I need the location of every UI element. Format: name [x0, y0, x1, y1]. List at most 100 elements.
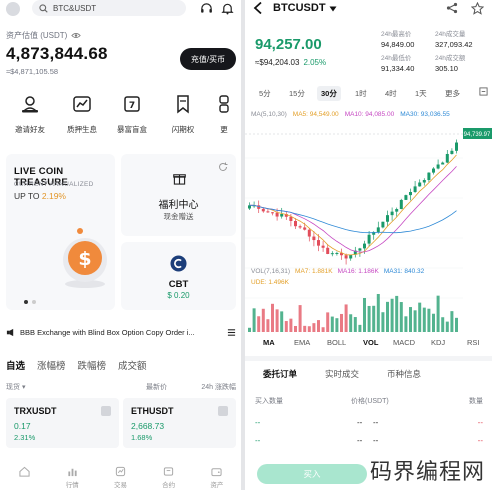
nav-trade[interactable]: 交易 [102, 466, 138, 489]
deposit-button[interactable]: 充值/买币 [180, 48, 236, 70]
volume-bar [298, 305, 302, 332]
candle-body [303, 227, 307, 230]
market-header-spot[interactable]: 现货 ▾ [6, 382, 25, 392]
refresh-icon[interactable] [218, 162, 228, 172]
volume-bar [381, 312, 385, 332]
tab-favorites[interactable]: 自选 [6, 358, 25, 372]
timeframe-1h[interactable]: 1时 [351, 86, 371, 101]
volume-bar [422, 307, 426, 332]
share-icon[interactable] [446, 2, 458, 14]
candle-body [441, 162, 445, 165]
volume-bar [436, 295, 440, 332]
indicator-ema[interactable]: EMA [294, 338, 310, 347]
candle-body [317, 240, 320, 246]
tab-orders[interactable]: 委托订单 [263, 368, 297, 380]
nav-market[interactable]: 行情 [54, 466, 90, 489]
market-header-price: 最新价 [146, 384, 167, 391]
svg-text:$: $ [78, 248, 91, 270]
nav-label: 交易 [113, 482, 127, 489]
eye-icon[interactable] [71, 32, 82, 39]
favorite-toggle[interactable] [101, 406, 111, 416]
promo-card-live-coin[interactable]: LIVE COIN TREASURE CURRENT ANNUALIZED UP… [6, 154, 115, 310]
indicator-vol[interactable]: VOL [363, 338, 378, 347]
price-change: 2.05% [303, 58, 327, 67]
quick-action-label: 暴富盲盒 [117, 125, 147, 134]
announcement-bar[interactable]: BBB Exchange with Blind Box Option Copy … [6, 324, 236, 340]
trade-icon [115, 466, 126, 477]
welfare-center-card[interactable]: 福利中心 现金赠送 [121, 154, 236, 236]
favorite-toggle[interactable] [218, 406, 228, 416]
tab-volume[interactable]: 成交额 [118, 358, 147, 372]
indicator-rsi[interactable]: RSI [467, 338, 480, 347]
quick-action-staking[interactable]: 质押生息 [62, 94, 102, 135]
nav-home[interactable] [6, 466, 42, 479]
quick-action-blindbox[interactable]: 7 暴富盲盒 [112, 94, 152, 135]
candle-body [445, 153, 449, 163]
orderbook-cell: -- [477, 418, 483, 427]
cbt-card[interactable]: CBT $ 0.20 [121, 242, 236, 310]
tab-coin-info[interactable]: 币种信息 [387, 368, 421, 380]
volume-bar [335, 318, 339, 332]
stat-24h-turnover: 24h成交额 305.10 [435, 52, 492, 73]
candle-body [367, 234, 371, 244]
volume-bar [294, 325, 297, 332]
timeframe-15m[interactable]: 15分 [285, 86, 309, 101]
candlestick-chart[interactable]: 94,739.97 [245, 118, 492, 338]
star-icon[interactable] [471, 2, 484, 15]
volume-bar [307, 326, 311, 332]
stat-value: 94,849.00 [381, 40, 415, 49]
bell-icon[interactable] [221, 2, 234, 15]
vol-legend-item: VOL(7,16,31) [251, 268, 291, 275]
timeframe-5m[interactable]: 5分 [255, 86, 275, 101]
avatar[interactable] [6, 2, 20, 16]
quick-action-more[interactable]: 更 [212, 94, 236, 135]
orderbook-tabs: 委托订单 实时成交 币种信息 [245, 368, 492, 382]
tab-trades[interactable]: 实时成交 [325, 368, 359, 380]
timeframe-4h[interactable]: 4时 [381, 86, 401, 101]
headset-icon[interactable] [200, 2, 213, 15]
indicator-ma[interactable]: MA [263, 338, 275, 347]
cbt-price: $ 0.20 [167, 291, 190, 300]
market-card-trxusdt[interactable]: TRXUSDT 0.17 2.31% [6, 398, 119, 448]
welfare-title: 福利中心 [158, 200, 199, 211]
volume-bar [275, 309, 279, 332]
indicator-kdj[interactable]: KDJ [431, 338, 445, 347]
tab-gainers[interactable]: 涨幅榜 [37, 358, 66, 372]
quick-action-invite[interactable]: 邀请好友 [10, 94, 50, 135]
market-change: 2.31% [14, 433, 36, 442]
indicator-boll[interactable]: BOLL [327, 338, 346, 347]
market-symbol: TRXUSDT [14, 406, 57, 416]
timeframe-30m[interactable]: 30分 [317, 86, 341, 101]
volume-bar [358, 324, 362, 332]
buy-button[interactable]: 买入 [257, 464, 367, 484]
nav-assets[interactable]: 资产 [199, 466, 235, 489]
list-icon[interactable] [227, 328, 236, 337]
chart-settings-icon[interactable] [479, 87, 488, 96]
volume-bar [376, 293, 380, 332]
timeframe-tabs: 5分 15分 30分 1时 4时 1天 更多 [251, 86, 491, 101]
candle-body [321, 245, 325, 248]
carousel-dot[interactable] [32, 300, 36, 304]
cbt-coin-icon [170, 255, 187, 272]
carousel-dot-active[interactable] [24, 300, 28, 304]
timeframe-1d[interactable]: 1天 [411, 86, 431, 101]
timeframe-more[interactable]: 更多 [441, 86, 464, 101]
vol-extra: UDE: 1.496K [251, 279, 289, 286]
caret-down-icon[interactable] [329, 6, 337, 12]
pair-symbol[interactable]: BTCUSDT [273, 2, 326, 14]
blind-box-icon: 7 [124, 96, 140, 112]
nav-label: 资产 [210, 482, 224, 489]
nav-futures[interactable]: 合约 [151, 466, 187, 489]
candle-body [280, 214, 284, 217]
quick-action-flash-option[interactable]: 闪期权 [163, 94, 203, 135]
candle-body [376, 227, 380, 232]
back-arrow-icon[interactable] [252, 1, 264, 15]
market-card-ethusdt[interactable]: ETHUSDT 2,668.73 1.68% [123, 398, 236, 448]
stat-label: 24h成交额 [435, 55, 466, 62]
gift-icon [173, 174, 186, 185]
search-input[interactable] [53, 3, 173, 13]
market-price: 2,668.73 [131, 421, 165, 431]
indicator-macd[interactable]: MACD [393, 338, 415, 347]
tab-losers[interactable]: 跌幅榜 [78, 358, 107, 372]
search-box[interactable] [32, 0, 186, 16]
